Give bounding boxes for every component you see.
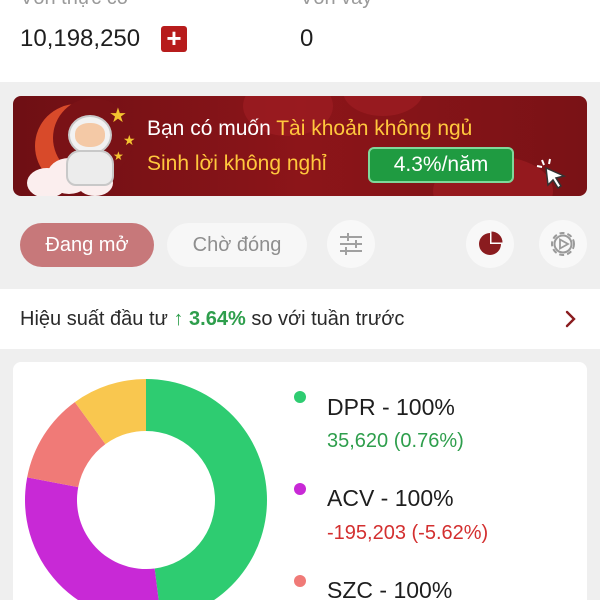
donut-slice-acv[interactable] [25, 477, 161, 600]
legend-dot-szc [294, 575, 306, 587]
settings-icon [551, 232, 575, 256]
performance-value: 3.64% [189, 308, 246, 330]
cash-label: Vốn thực có [20, 0, 128, 10]
performance-text: Hiệu suất đầu tư ↑ 3.64% so với tuần trư… [20, 308, 405, 330]
star-icon: ★ [123, 132, 136, 148]
filter-icon [340, 233, 362, 255]
pie-chart-button[interactable] [466, 220, 514, 268]
tab-waiting-close[interactable]: Chờ đóng [167, 223, 307, 267]
legend-symbol-acv[interactable]: ACV - 100% [327, 485, 454, 512]
rate-badge[interactable]: 4.3%/năm [368, 147, 514, 183]
legend-change-dpr: 35,620 (0.76%) [327, 430, 464, 452]
star-icon: ★ [113, 149, 124, 163]
filter-button[interactable] [327, 220, 375, 268]
plus-icon[interactable]: + [161, 25, 187, 52]
legend-dot-acv [294, 483, 306, 495]
chevron-right-icon[interactable] [561, 309, 579, 329]
cash-value: 10,198,250 [20, 25, 141, 52]
banner-line-1: Bạn có muốn Tài khoản không ngủ [147, 117, 473, 140]
loan-value: 0 [300, 25, 314, 52]
performance-arrow: ↑ [173, 308, 184, 330]
donut-slice-dpr[interactable] [146, 379, 267, 600]
settings-button[interactable] [539, 220, 587, 268]
account-summary: Vốn thực có Vốn vay 10,198,250 + 0 [0, 0, 600, 82]
pie-chart-icon [479, 231, 503, 255]
banner-line-2: Sinh lời không nghỉ [147, 152, 327, 175]
legend-change-acv: -195,203 (-5.62%) [327, 522, 489, 544]
legend-dot-dpr [294, 391, 306, 403]
performance-row[interactable]: Hiệu suất đầu tư ↑ 3.64% so với tuần trư… [0, 289, 600, 349]
loan-label: Vốn vay [300, 0, 372, 10]
legend-symbol-dpr[interactable]: DPR - 100% [327, 394, 455, 421]
legend-symbol-szc[interactable]: SZC - 100% [327, 577, 452, 600]
star-icon: ★ [109, 105, 127, 127]
cursor-click-icon [536, 158, 567, 190]
portfolio-donut-chart[interactable] [13, 362, 293, 600]
tab-open[interactable]: Đang mở [20, 223, 154, 267]
